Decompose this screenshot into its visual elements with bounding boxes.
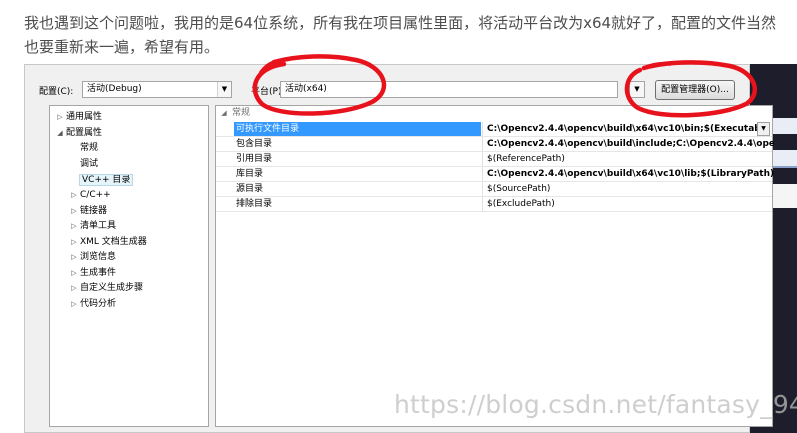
property-grid: ◢ 常规 可执行文件目录 C:\Opencv2.4.4\opencv\build\x… (215, 105, 774, 427)
tree-item-label: VC++ 目录 (78, 174, 134, 186)
configuration-toolbar: 配置(C): 活动(Debug) ▼ 平台(P): 活动(x64) ▼ 配置管理… (25, 65, 749, 105)
blog-comment-text: 我也遇到这个问题啦，我用的是64位系统，所有我在项目属性里面，将活动平台改为x6… (24, 14, 777, 56)
property-name: 排除目录 (236, 199, 273, 209)
tree-item-label: 配置属性 (66, 128, 103, 138)
expand-icon[interactable]: ▷ (68, 188, 80, 203)
platform-dropdown[interactable]: 活动(x64) (280, 81, 618, 98)
property-value[interactable]: C:\Opencv2.4.4\opencv\build\x64\vc10\bin… (482, 122, 774, 136)
property-row[interactable]: 包含目录 C:\Opencv2.4.4\opencv\build\include;… (216, 137, 774, 152)
property-name: 可执行文件目录 (234, 122, 481, 136)
expand-icon[interactable]: ▷ (68, 281, 80, 296)
collapse-icon[interactable]: ◢ (54, 126, 66, 141)
property-value[interactable]: C:\Opencv2.4.4\opencv\build\x64\vc10\lib… (482, 167, 774, 181)
platform-dropdown-toggle[interactable]: ▼ (629, 81, 645, 98)
tree-item[interactable]: ▷ 清单工具 (68, 219, 116, 234)
tree-item-label: 调试 (80, 159, 99, 169)
tree-item[interactable]: ▷ 浏览信息 (68, 250, 116, 265)
property-row[interactable]: 可执行文件目录 C:\Opencv2.4.4\opencv\build\x64\v… (216, 122, 772, 137)
property-name: 引用目录 (236, 154, 273, 164)
tree-item-label: 生成事件 (80, 268, 117, 278)
property-row[interactable]: 源目录 $(SourcePath) (216, 182, 772, 197)
config-dropdown[interactable]: 活动(Debug) ▼ (82, 81, 232, 98)
tree-item-label: 代码分析 (80, 299, 117, 309)
collapse-icon[interactable]: ◢ (216, 106, 232, 121)
property-row[interactable]: 排除目录 $(ExcludePath) (216, 197, 772, 212)
dropdown-arrow-icon[interactable]: ▼ (630, 82, 644, 97)
property-row[interactable]: 引用目录 $(ReferencePath) (216, 152, 772, 167)
tree-item[interactable]: ▷ 通用属性 (54, 110, 102, 125)
tree-item[interactable]: ◢ 配置属性 (54, 126, 102, 141)
property-value[interactable]: $(ExcludePath) (482, 197, 774, 211)
tree-item[interactable]: 调试 (68, 157, 98, 172)
tree-item-label: C/C++ (80, 190, 111, 200)
property-name: 包含目录 (236, 139, 273, 149)
dropdown-arrow-icon[interactable]: ▼ (217, 82, 231, 97)
tree-item-label: 常规 (80, 143, 99, 153)
property-value[interactable]: $(SourcePath) (482, 182, 774, 196)
property-name: 源目录 (236, 184, 264, 194)
tree-item-label: 链接器 (80, 206, 108, 216)
property-name: 库目录 (236, 169, 264, 179)
platform-value: 活动(x64) (285, 84, 327, 94)
tree-item-label: XML 文档生成器 (80, 237, 147, 247)
tree-item-label: 清单工具 (80, 221, 117, 231)
tree-item[interactable]: ▷ C/C++ (68, 188, 111, 203)
expand-icon[interactable]: ▷ (68, 219, 80, 234)
tree-item[interactable]: ▷ 代码分析 (68, 297, 116, 312)
tree-item[interactable]: ▷ 链接器 (68, 204, 107, 219)
tree-item[interactable]: VC++ 目录 (68, 173, 134, 188)
config-label: 配置(C): (39, 87, 74, 97)
property-row[interactable]: 库目录 C:\Opencv2.4.4\opencv\build\x64\vc10\… (216, 167, 774, 182)
tree-item[interactable]: 常规 (68, 141, 98, 156)
category-row[interactable]: ◢ 常规 (216, 106, 772, 121)
expand-icon[interactable]: ▷ (68, 235, 80, 250)
expand-icon[interactable]: ▷ (68, 204, 80, 219)
property-value[interactable]: $(ReferencePath) (482, 152, 774, 166)
expand-icon[interactable]: ▷ (68, 250, 80, 265)
tree-item[interactable]: ▷ 自定义生成步骤 (68, 281, 143, 296)
property-pages-dialog: 配置(C): 活动(Debug) ▼ 平台(P): 活动(x64) ▼ 配置管理… (24, 64, 774, 433)
expand-icon[interactable]: ▷ (68, 297, 80, 312)
tree-item-label: 自定义生成步骤 (80, 283, 144, 293)
category-label: 常规 (232, 108, 251, 118)
property-tree: ▷ 通用属性 ◢ 配置属性 常规 调试 VC++ 目录 ▷ C/C++ ▷ 链接器 ▷ 清单工具 ▷ XML… (49, 105, 209, 427)
watermark: https://blog.csdn.net/fantasy_94 (394, 390, 797, 419)
tree-item[interactable]: ▷ 生成事件 (68, 266, 116, 281)
property-value[interactable]: C:\Opencv2.4.4\opencv\build\include;C:\O… (482, 137, 774, 151)
dropdown-arrow-icon[interactable]: ▼ (757, 122, 770, 136)
config-value: 活动(Debug) (87, 84, 142, 94)
tree-item-label: 浏览信息 (80, 252, 117, 262)
config-manager-button[interactable]: 配置管理器(O)... (655, 80, 735, 100)
tree-item[interactable]: ▷ XML 文档生成器 (68, 235, 147, 250)
tree-item-label: 通用属性 (66, 112, 103, 122)
expand-icon[interactable]: ▷ (68, 266, 80, 281)
expand-icon[interactable]: ▷ (54, 110, 66, 125)
